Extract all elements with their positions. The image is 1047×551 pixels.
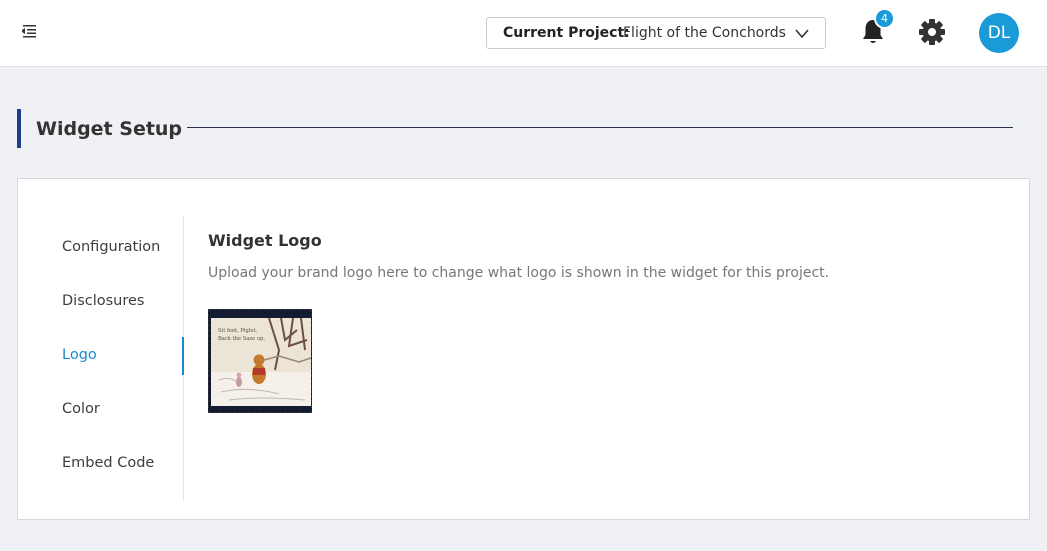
- section-header: Widget Setup: [17, 109, 1013, 148]
- section-accent-bar: [17, 109, 21, 148]
- nav-item-color[interactable]: Color: [62, 401, 100, 417]
- nav-item-logo[interactable]: Logo: [62, 347, 97, 363]
- user-avatar[interactable]: DL: [979, 13, 1019, 53]
- notification-count-badge: 4: [874, 8, 895, 29]
- nav-item-configuration[interactable]: Configuration: [62, 239, 160, 255]
- logo-description: Upload your brand logo here to change wh…: [208, 265, 830, 281]
- menu-collapse-icon[interactable]: [20, 23, 38, 39]
- section-divider: [187, 127, 1013, 128]
- nav-item-disclosures[interactable]: Disclosures: [62, 293, 144, 309]
- project-selector-value: Flight of the Conchords: [623, 25, 786, 41]
- widget-setup-card: Configuration Disclosures Logo Color Emb…: [17, 178, 1030, 520]
- gear-icon[interactable]: [918, 18, 946, 46]
- logo-caption-line-2: Back the Saze up.: [218, 336, 266, 342]
- top-bar: Current Project: Flight of the Conchords…: [0, 0, 1047, 67]
- active-nav-indicator: [182, 337, 184, 375]
- nav-item-embed-code[interactable]: Embed Code: [62, 455, 154, 471]
- page-title: Widget Setup: [36, 118, 183, 140]
- chevron-down-icon: [795, 29, 809, 39]
- logo-panel: Widget Logo Upload your brand logo here …: [208, 231, 1008, 413]
- project-selector[interactable]: Current Project: Flight of the Conchords: [486, 17, 826, 49]
- settings-side-nav: Configuration Disclosures Logo Color Emb…: [18, 217, 184, 501]
- project-selector-label: Current Project:: [503, 25, 630, 41]
- logo-heading: Widget Logo: [208, 231, 322, 250]
- logo-image: Sit feet, Piglet. Back the Saze up.: [209, 310, 311, 412]
- logo-upload-dropzone[interactable]: Sit feet, Piglet. Back the Saze up.: [208, 309, 312, 413]
- logo-caption-line-1: Sit feet, Piglet.: [218, 328, 258, 334]
